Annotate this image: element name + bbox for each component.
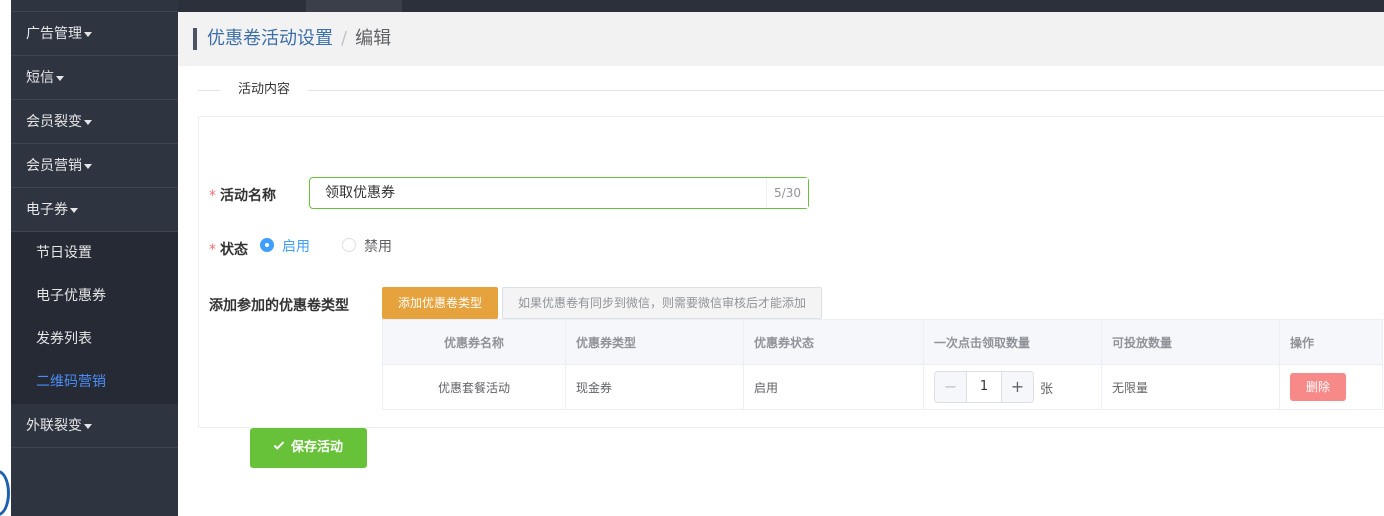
minus-icon[interactable]: − — [935, 372, 967, 402]
status-radio-disabled[interactable]: 禁用 — [342, 238, 392, 255]
breadcrumb: 优惠卷活动设置 / 编辑 — [207, 26, 391, 52]
sidebar-subitem-e-coupon[interactable]: 电子优惠券 — [11, 275, 178, 318]
check-icon — [273, 439, 285, 450]
table-row: 优惠套餐活动 现金券 启用 − 1 + 张 无限量 删除 — [382, 364, 1383, 410]
sidebar-subitem-holiday[interactable]: 节日设置 — [11, 232, 178, 275]
breadcrumb-parent[interactable]: 优惠卷活动设置 — [207, 28, 333, 49]
coupon-table: 优惠券名称 优惠券类型 优惠券状态 一次点击领取数量 可投放数量 操作 优惠套餐… — [382, 319, 1383, 410]
sidebar-item-label: 外联裂变 — [26, 418, 82, 434]
top-bar — [178, 0, 1384, 12]
sidebar-item-member-fission[interactable]: 会员裂变 — [11, 100, 178, 144]
cell-available-quantity: 无限量 — [1101, 364, 1280, 410]
edge-decoration — [0, 470, 11, 516]
activity-name-input[interactable]: 领取优惠券 5/30 — [309, 177, 809, 209]
save-activity-button[interactable]: 保存活动 — [250, 428, 367, 468]
sidebar-item-label: 会员营销 — [26, 158, 82, 174]
page-header: 优惠卷活动设置 / 编辑 — [178, 12, 1384, 66]
sidebar-item-label: 会员裂变 — [26, 114, 82, 130]
col-coupon-status: 优惠券状态 — [743, 319, 924, 365]
section-divider — [198, 90, 1384, 91]
window-edge — [0, 0, 11, 516]
table-header-row: 优惠券名称 优惠券类型 优惠券状态 一次点击领取数量 可投放数量 操作 — [382, 319, 1383, 365]
sidebar-item-coupons[interactable]: 电子券 — [11, 188, 178, 232]
sidebar: 广告管理 短信 会员裂变 会员营销 电子券 节日设置 电子优惠券 发券列表 二维… — [11, 0, 178, 516]
status-radio-enabled[interactable]: 启用 — [260, 238, 310, 255]
coupon-types-label: 添加参加的优惠卷类型 — [209, 298, 349, 314]
plus-icon[interactable]: + — [1001, 372, 1033, 402]
sidebar-item-external-fission[interactable]: 外联裂变 — [11, 404, 178, 448]
cell-coupon-type: 现金券 — [565, 364, 744, 410]
add-coupon-type-button[interactable]: 添加优惠卷类型 — [382, 287, 498, 319]
sidebar-submenu: 节日设置 电子优惠券 发券列表 二维码营销 — [11, 232, 178, 404]
sidebar-item-label: 短信 — [26, 70, 54, 86]
col-actions: 操作 — [1279, 319, 1383, 365]
sidebar-item-member-marketing[interactable]: 会员营销 — [11, 144, 178, 188]
name-label: * 活动名称 — [209, 188, 276, 204]
char-count: 5/30 — [766, 178, 808, 208]
quantity-unit: 张 — [1040, 381, 1054, 397]
sidebar-item-label: 电子券 — [26, 202, 68, 218]
cell-coupon-name: 优惠套餐活动 — [382, 364, 566, 410]
sidebar-subitem-issue-list[interactable]: 发券列表 — [11, 318, 178, 361]
wechat-sync-tip-button[interactable]: 如果优惠卷有同步到微信，则需要微信审核后才能添加 — [502, 287, 822, 319]
quantity-value[interactable]: 1 — [967, 372, 1001, 402]
sidebar-item-ads[interactable]: 广告管理 — [11, 12, 178, 56]
col-available-quantity: 可投放数量 — [1101, 319, 1280, 365]
quantity-stepper[interactable]: − 1 + — [934, 371, 1034, 403]
sidebar-item-label: 广告管理 — [26, 26, 82, 42]
caret-down-icon — [56, 75, 64, 81]
radio-checked-icon — [260, 238, 274, 252]
sidebar-subitem-qrcode[interactable]: 二维码营销 — [11, 361, 178, 404]
main-content: 活动内容 * 活动名称 领取优惠券 5/30 * 状态 启用 禁用 添加参加的优惠卷… — [178, 66, 1384, 516]
cell-coupon-status: 启用 — [743, 364, 924, 410]
sidebar-item-sms[interactable]: 短信 — [11, 56, 178, 100]
header-accent-bar — [193, 28, 197, 50]
col-claim-quantity: 一次点击领取数量 — [923, 319, 1102, 365]
caret-down-icon — [70, 207, 78, 213]
cell-actions: 删除 — [1279, 364, 1383, 410]
caret-down-icon — [84, 31, 92, 37]
radio-unchecked-icon — [342, 238, 356, 252]
caret-down-icon — [84, 163, 92, 169]
caret-down-icon — [84, 423, 92, 429]
delete-button[interactable]: 删除 — [1290, 373, 1346, 401]
breadcrumb-separator: / — [341, 28, 348, 49]
breadcrumb-current: 编辑 — [355, 28, 392, 49]
form-panel: * 活动名称 领取优惠券 5/30 * 状态 启用 禁用 添加参加的优惠卷类型 添加… — [198, 116, 1384, 468]
activity-name-value: 领取优惠券 — [325, 185, 395, 201]
col-coupon-name: 优惠券名称 — [382, 319, 566, 365]
col-coupon-type: 优惠券类型 — [565, 319, 744, 365]
section-title: 活动内容 — [220, 80, 309, 100]
top-tab[interactable] — [306, 0, 402, 12]
status-label: * 状态 — [209, 242, 248, 258]
caret-down-icon — [84, 119, 92, 125]
cell-claim-quantity: − 1 + 张 — [923, 364, 1102, 410]
